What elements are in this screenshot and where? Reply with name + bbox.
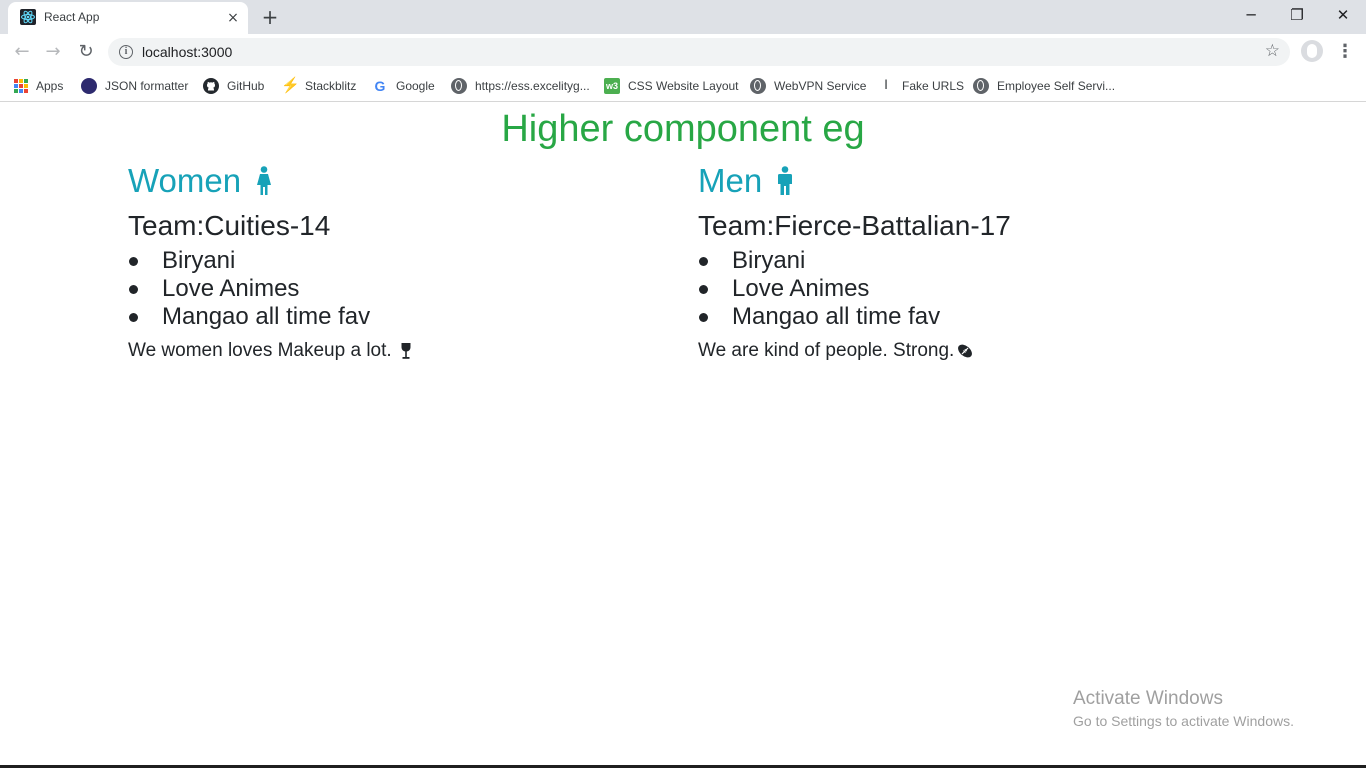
page-heading: Higher component eg	[501, 108, 865, 150]
new-tab-button[interactable]: +	[258, 6, 282, 30]
bookmark-star-icon[interactable]: ☆	[1265, 41, 1280, 61]
site-info-icon[interactable]: i	[119, 45, 133, 59]
stackblitz-icon: ⚡	[281, 77, 300, 94]
bookmark-label: WebVPN Service	[774, 79, 867, 93]
bookmark-stackblitz[interactable]: ⚡ Stackblitz	[281, 76, 356, 96]
github-icon	[203, 78, 219, 94]
list-item-text: Love Animes	[732, 275, 870, 302]
bullet-icon	[129, 313, 138, 322]
men-title-text: Men	[698, 162, 763, 199]
bookmark-label: Apps	[36, 79, 64, 93]
globe-icon	[750, 78, 766, 94]
list-item: Biryani	[128, 247, 668, 275]
minimize-button[interactable]: ─	[1228, 2, 1274, 30]
list-item-text: Mangao all time fav	[732, 303, 941, 330]
bookmark-css-website-layout[interactable]: w3 CSS Website Layout	[604, 76, 739, 96]
list-item: Mangao all time fav	[698, 303, 1238, 331]
list-item: Love Animes	[698, 275, 1238, 303]
tab-strip: React App × + ─ ❐ ✕	[0, 0, 1366, 34]
bookmark-ess[interactable]: https://ess.excelityg...	[451, 76, 590, 96]
bookmark-label: JSON formatter	[105, 79, 189, 93]
forward-arrow-icon[interactable]: →	[40, 39, 66, 65]
globe-icon	[451, 78, 467, 94]
bullet-icon	[699, 313, 708, 322]
football-icon	[958, 344, 973, 358]
list-item: Biryani	[698, 247, 1238, 275]
bookmark-github[interactable]: GitHub	[203, 76, 264, 96]
bookmark-json-formatter[interactable]: JSON formatter	[81, 76, 188, 96]
bullet-icon	[699, 257, 708, 266]
bookmark-label: https://ess.excelityg...	[475, 79, 590, 93]
react-logo-icon	[20, 9, 36, 25]
bookmark-label: Stackblitz	[305, 79, 357, 93]
bookmark-fake-urls[interactable]: Ⅰ Fake URLS	[878, 76, 964, 96]
bullet-icon	[699, 285, 708, 294]
watermark-title: Activate Windows	[1073, 688, 1223, 709]
activate-windows-watermark: Activate Windows Go to Settings to activ…	[1073, 688, 1294, 729]
apps-grid-icon	[14, 79, 28, 93]
globe-icon	[973, 78, 989, 94]
bookmark-webvpn[interactable]: WebVPN Service	[750, 76, 866, 96]
list-item-text: Love Animes	[162, 275, 300, 302]
url-text[interactable]: localhost:3000	[142, 44, 232, 60]
page-content: Higher component eg Women Team:Cuities-1…	[0, 103, 1366, 768]
bookmark-employee-self-service[interactable]: Employee Self Servi...	[973, 76, 1115, 96]
men-note-text: We are kind of people. Strong.	[698, 340, 955, 361]
women-team: Team:Cuities-14	[128, 210, 331, 241]
women-title-text: Women	[128, 162, 242, 199]
list-item: Mangao all time fav	[128, 303, 668, 331]
browser-tab[interactable]: React App ×	[8, 2, 248, 34]
bookmark-label: GitHub	[227, 79, 265, 93]
bullet-icon	[129, 285, 138, 294]
women-favourites-list: Biryani Love Animes Mangao all time fav	[128, 247, 668, 331]
bookmark-apps[interactable]: Apps	[14, 76, 63, 96]
list-item-text: Mangao all time fav	[162, 303, 371, 330]
kebab-menu-icon[interactable]: ⋮	[1336, 41, 1354, 63]
bookmark-google[interactable]: G Google	[372, 76, 435, 96]
back-arrow-icon[interactable]: ←	[9, 39, 35, 65]
bookmark-label: Fake URLS	[902, 79, 965, 93]
women-section: Women Team:Cuities-14 Biryani Love Anime…	[128, 159, 668, 365]
browser-toolbar: ← → ↻ i localhost:3000 ☆	[0, 34, 1366, 70]
tab-title: React App	[44, 10, 100, 24]
list-item: Love Animes	[128, 275, 668, 303]
women-title: Women	[128, 159, 668, 203]
list-item-text: Biryani	[162, 247, 236, 274]
w3schools-icon: w3	[604, 78, 620, 94]
json-formatter-icon	[81, 78, 97, 94]
close-window-button[interactable]: ✕	[1320, 2, 1366, 30]
men-team: Team:Fierce-Battalian-17	[698, 210, 1011, 241]
women-note: We women loves Makeup a lot.	[128, 337, 668, 365]
men-note: We are kind of people. Strong.	[698, 337, 1238, 365]
bookmark-label: Google	[396, 79, 435, 93]
bookmarks-bar: Apps JSON formatter GitHub ⚡ Stackblitz …	[0, 70, 1366, 102]
reload-icon[interactable]: ↻	[73, 39, 99, 65]
bullet-icon	[129, 257, 138, 266]
google-icon: G	[374, 78, 386, 94]
restore-button[interactable]: ❐	[1274, 2, 1320, 30]
tab-close-icon[interactable]: ×	[225, 10, 241, 26]
woman-icon	[257, 166, 272, 195]
bookmark-label: Employee Self Servi...	[997, 79, 1116, 93]
fake-urls-icon: Ⅰ	[884, 78, 888, 93]
address-bar[interactable]: i localhost:3000 ☆	[108, 38, 1290, 66]
bookmark-label: CSS Website Layout	[628, 79, 739, 93]
men-favourites-list: Biryani Love Animes Mangao all time fav	[698, 247, 1238, 331]
man-icon	[778, 166, 793, 195]
men-title: Men	[698, 159, 1238, 203]
watermark-subtitle: Go to Settings to activate Windows.	[1073, 713, 1294, 729]
women-note-text: We women loves Makeup a lot.	[128, 340, 392, 361]
men-section: Men Team:Fierce-Battalian-17 Biryani Lov…	[698, 159, 1238, 365]
profile-avatar-icon[interactable]	[1301, 40, 1323, 62]
list-item-text: Biryani	[732, 247, 806, 274]
wine-glass-icon	[401, 343, 411, 359]
